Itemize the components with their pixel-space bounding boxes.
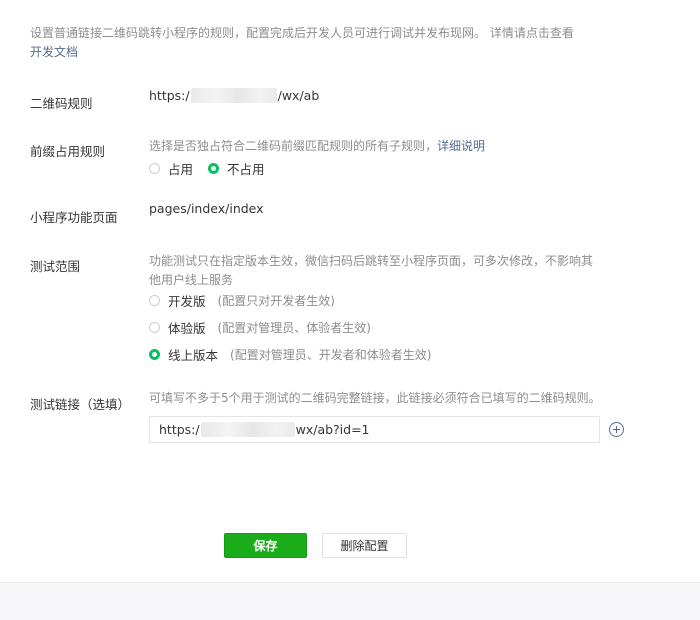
radio-occupy-dot[interactable] [149, 163, 160, 174]
intro-text: 设置普通链接二维码跳转小程序的规则，配置完成后开发人员可进行调试并发布现网。 详… [30, 26, 574, 59]
footer-bar [0, 582, 700, 620]
prefix-rule-label: 前缀占用规则 [30, 144, 106, 159]
radio-trial-version-dot[interactable] [149, 322, 160, 333]
prefix-rule-desc: 选择是否独占符合二维码前缀匹配规则的所有子规则，详细说明 [149, 139, 486, 153]
radio-not-occupy[interactable]: 不占用 [208, 159, 265, 178]
test-scope-label: 测试范围 [30, 259, 81, 274]
radio-not-occupy-dot[interactable] [208, 163, 219, 174]
radio-online-version[interactable]: 线上版本 (配置对管理员、开发者和体验者生效) [149, 345, 431, 364]
test-link-label: 测试链接（选填） [30, 397, 131, 412]
test-scope-desc: 功能测试只在指定版本生效，微信扫码后跳转至小程序页面，可多次修改，不影响其他用户… [149, 254, 594, 287]
detail-link[interactable]: 详细说明 [437, 139, 485, 153]
redacted-domain [200, 422, 295, 437]
page-label: 小程序功能页面 [30, 210, 118, 225]
qr-rule-label: 二维码规则 [30, 96, 93, 111]
dev-docs-link[interactable]: 开发文档 [30, 45, 78, 59]
radio-dev-version-dot[interactable] [149, 295, 160, 306]
radio-dev-version[interactable]: 开发版 (配置只对开发者生效) [149, 291, 335, 310]
test-link-input[interactable]: https:/wx/ab?id=1 [149, 416, 600, 443]
add-link-icon[interactable] [609, 422, 624, 437]
page-value: pages/index/index [149, 201, 264, 216]
radio-occupy[interactable]: 占用 [149, 159, 193, 178]
delete-config-button[interactable]: 删除配置 [322, 533, 407, 558]
qr-rule-value: https://wx/ab [149, 88, 320, 103]
save-button[interactable]: 保存 [224, 533, 307, 558]
test-link-desc: 可填写不多于5个用于测试的二维码完整链接，此链接必须符合已填写的二维码规则。 [149, 391, 601, 405]
redacted-domain [190, 88, 277, 103]
radio-trial-version[interactable]: 体验版 (配置对管理员、体验者生效) [149, 318, 371, 337]
radio-online-version-dot[interactable] [149, 349, 160, 360]
